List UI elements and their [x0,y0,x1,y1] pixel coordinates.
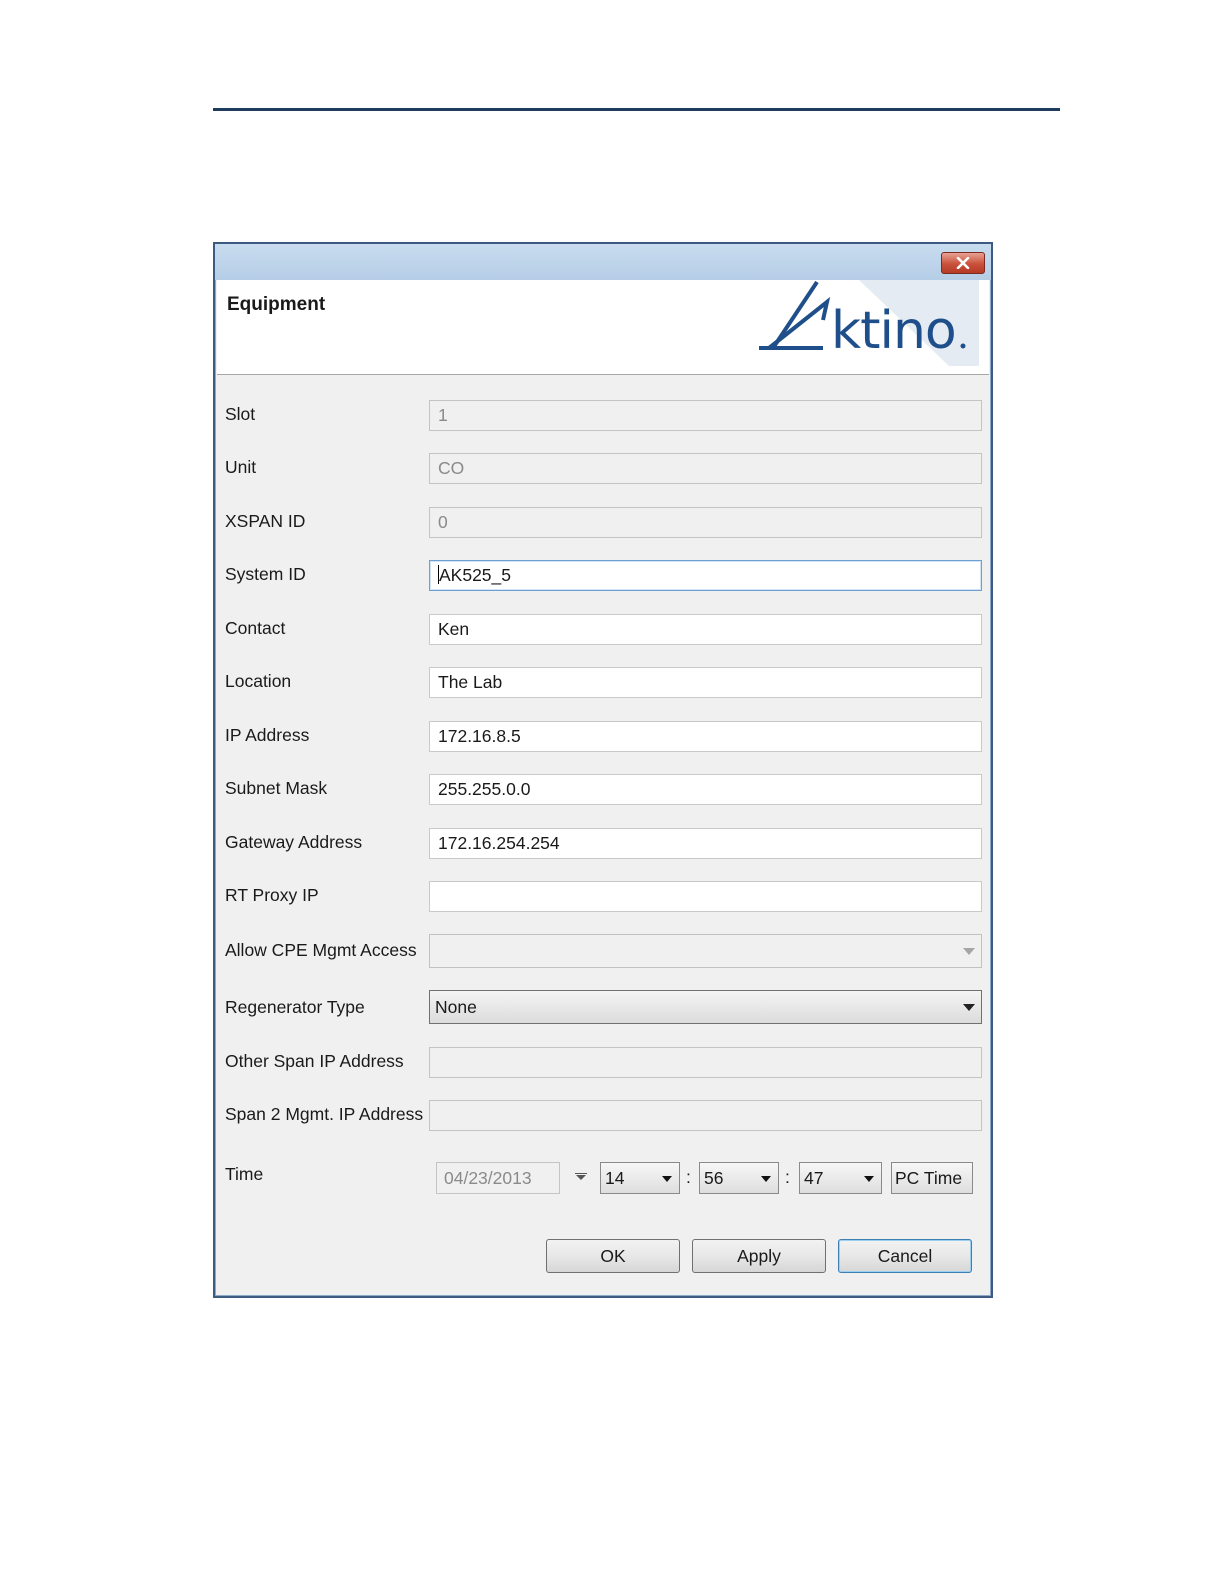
allow-cpe-mgmt-access-label: Allow CPE Mgmt Access [225,940,417,960]
system-id-field[interactable]: AK525_5 [429,560,982,591]
equipment-dialog: Equipment ktino Slot 1 Unit CO XSPAN ID … [213,242,993,1298]
unit-field: CO [429,453,982,484]
contact-field[interactable]: Ken [429,614,982,645]
hour-value: 14 [605,1168,625,1188]
regenerator-type-select[interactable]: None [429,990,982,1024]
chevron-down-icon [761,1176,771,1182]
unit-label: Unit [225,457,257,477]
close-button[interactable] [941,252,985,274]
chevron-down-icon [963,1004,975,1011]
location-label: Location [225,671,292,691]
dash-icon [575,1173,587,1174]
minute-value: 56 [704,1168,724,1188]
ip-address-field[interactable]: 172.16.8.5 [429,721,982,752]
regenerator-type-label: Regenerator Type [225,997,365,1017]
time-separator: : [686,1167,691,1187]
allow-cpe-mgmt-access-select [429,934,982,968]
chevron-down-icon [963,948,975,955]
subnet-mask-label: Subnet Mask [225,778,328,798]
chevron-down-icon [662,1176,672,1182]
time-label: Time [225,1164,264,1184]
span2-mgmt-ip-address-field [429,1100,982,1131]
span2-mgmt-ip-address-label: Span 2 Mgmt. IP Address [225,1104,424,1124]
hour-select[interactable]: 14 [600,1162,680,1194]
subnet-mask-field[interactable]: 255.255.0.0 [429,774,982,805]
gateway-address-field[interactable]: 172.16.254.254 [429,828,982,859]
close-icon [956,257,970,269]
dialog-header: Equipment ktino [217,280,989,375]
xspan-id-field: 0 [429,507,982,538]
rt-proxy-ip-field[interactable] [429,881,982,912]
apply-button[interactable]: Apply [692,1239,826,1273]
ok-button[interactable]: OK [546,1239,680,1273]
system-id-value: AK525_5 [439,565,512,585]
page-header-rule [213,108,1060,111]
rt-proxy-ip-label: RT Proxy IP [225,885,319,905]
location-field[interactable]: The Lab [429,667,982,698]
minute-select[interactable]: 56 [699,1162,779,1194]
xspan-id-label: XSPAN ID [225,511,306,531]
second-select[interactable]: 47 [799,1162,882,1194]
window-titlebar[interactable] [215,244,991,280]
regenerator-type-value: None [435,997,477,1017]
date-field: 04/23/2013 [436,1162,560,1194]
aktino-logo: ktino [759,280,979,366]
svg-text:ktino: ktino [831,301,956,361]
date-dropdown [571,1162,593,1194]
contact-label: Contact [225,618,286,638]
other-span-ip-address-field [429,1047,982,1078]
pc-time-button[interactable]: PC Time [891,1162,973,1194]
chevron-down-icon [864,1176,874,1182]
other-span-ip-address-label: Other Span IP Address [225,1051,404,1071]
time-separator: : [785,1167,790,1187]
slot-field: 1 [429,400,982,431]
dialog-title: Equipment [227,294,326,315]
cancel-button[interactable]: Cancel [838,1239,972,1273]
second-value: 47 [804,1168,824,1188]
chevron-down-icon [576,1175,586,1180]
ip-address-label: IP Address [225,725,310,745]
slot-label: Slot [225,404,256,424]
system-id-label: System ID [225,564,306,584]
gateway-address-label: Gateway Address [225,832,363,852]
